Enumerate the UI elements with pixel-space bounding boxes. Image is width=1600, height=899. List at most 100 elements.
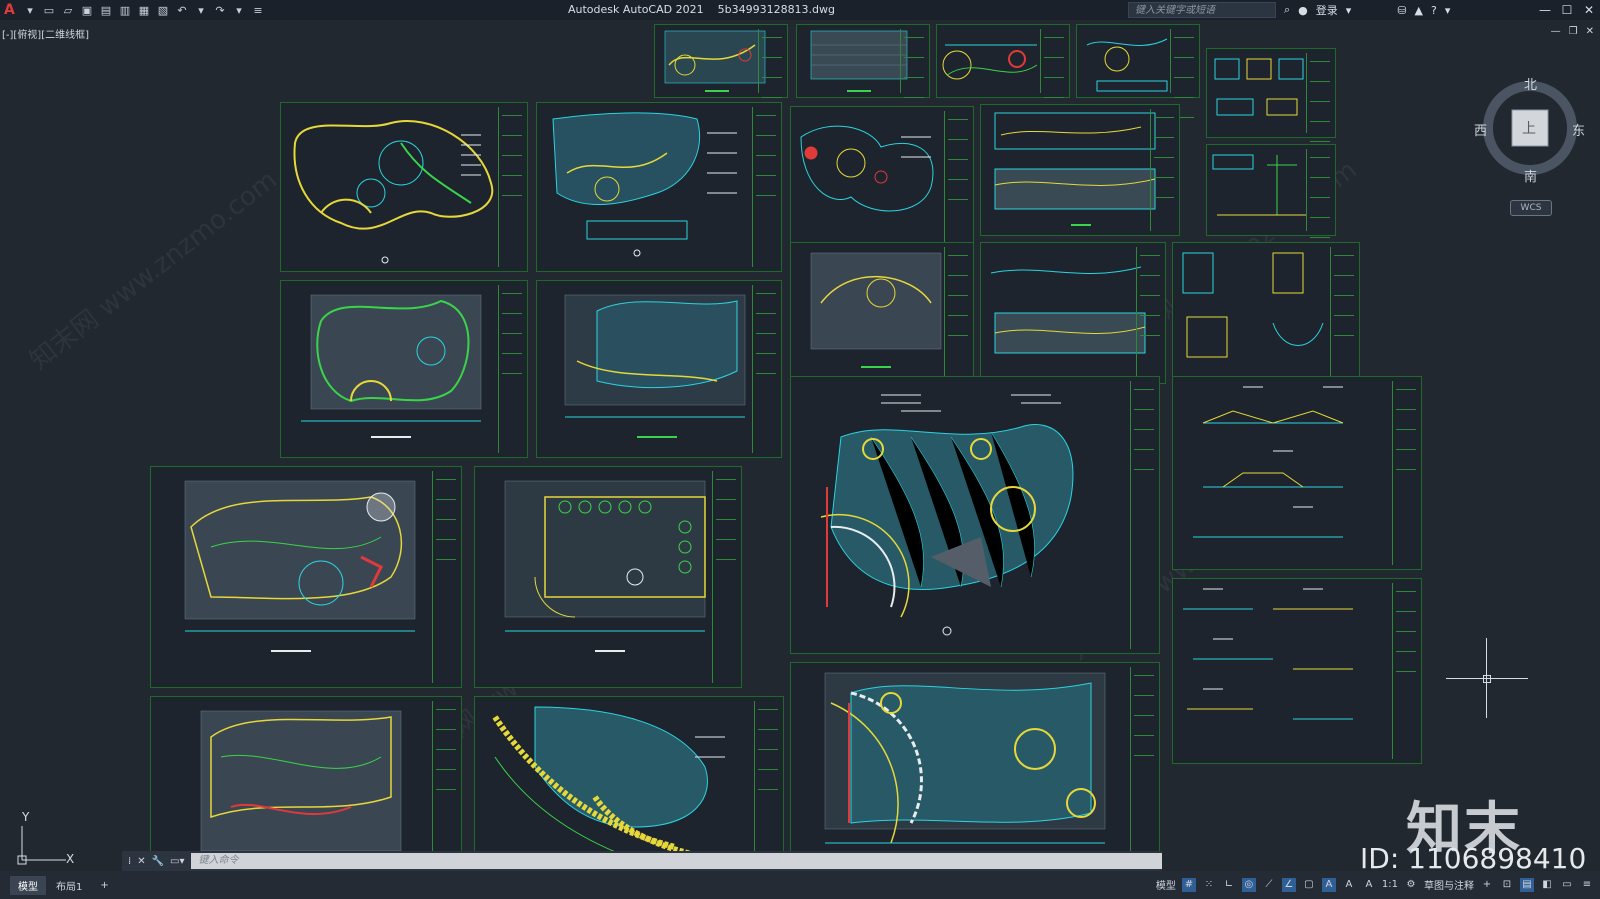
login-link[interactable]: 登录 (1316, 2, 1338, 18)
viewport-window-controls: — ❐ ✕ (1551, 26, 1594, 37)
drawing-sheet[interactable] (1076, 24, 1200, 98)
isodraft-icon[interactable]: ⟋ (1262, 878, 1276, 892)
window-title: Autodesk AutoCAD 2021 5b34993128813.dwg (568, 3, 835, 16)
drawing-sheet[interactable] (936, 24, 1070, 98)
command-line-tools: ⁞ ✕ 🔧 ▭▾ (122, 856, 191, 867)
title-right-tools: ⌕ ● 登录 ▾ ⛁ ▲ ? ▾ (1284, 2, 1450, 18)
command-line: ⁞ ✕ 🔧 ▭▾ 键入命令 (122, 851, 1162, 871)
drawing-sheet[interactable] (1172, 578, 1422, 764)
command-input[interactable]: 键入命令 (190, 853, 1162, 869)
customize-toolbar-icon[interactable]: ≡ (251, 3, 265, 17)
undo-icon[interactable]: ↶ (175, 3, 189, 17)
close-icon[interactable]: ✕ (137, 856, 145, 867)
recent-commands-icon[interactable]: ▭▾ (170, 856, 184, 867)
grid-icon[interactable]: # (1181, 877, 1196, 892)
layout-tabs: 模型 布局1 + (0, 875, 117, 895)
search-input[interactable]: 键入关键字或短语 (1128, 2, 1276, 18)
drawing-sheet[interactable] (790, 106, 974, 254)
drawing-sheet[interactable] (980, 242, 1166, 384)
redo-dropdown-icon[interactable]: ▾ (232, 3, 246, 17)
ortho-icon[interactable]: ∟ (1222, 878, 1236, 892)
drawing-sheet[interactable] (474, 696, 784, 871)
drawing-sheet[interactable] (536, 102, 782, 272)
save-web-icon[interactable]: ▦ (137, 3, 151, 17)
isolate-objects-icon[interactable]: ◧ (1540, 878, 1554, 892)
viewcube-north[interactable]: 北 (1524, 74, 1537, 93)
drawing-sheet[interactable] (1206, 144, 1336, 236)
user-icon[interactable]: ● (1298, 4, 1308, 17)
drawing-sheet[interactable] (1172, 376, 1422, 570)
add-layout-button[interactable]: + (92, 878, 116, 893)
viewport-close-icon[interactable]: ✕ (1586, 26, 1594, 37)
app-menu-chevron-icon[interactable]: ▾ (23, 3, 37, 17)
login-dropdown-icon[interactable]: ▾ (1346, 4, 1352, 17)
customize-icon[interactable]: 🔧 (152, 856, 164, 867)
model-space-toggle[interactable]: 模型 (1156, 877, 1176, 892)
clean-screen-icon[interactable]: ▭ (1560, 878, 1574, 892)
app-name: Autodesk AutoCAD 2021 (568, 3, 704, 16)
workspace-switch[interactable]: 草图与注释 (1424, 877, 1474, 892)
drawing-sheet[interactable] (654, 24, 788, 98)
drawing-sheet[interactable] (980, 104, 1180, 236)
drawing-sheet[interactable] (790, 242, 974, 384)
drawing-sheet[interactable] (150, 466, 462, 688)
viewcube-east[interactable]: 东 (1572, 120, 1585, 139)
cursor-pickbox (1483, 675, 1491, 683)
drawing-viewport[interactable]: [-][俯视][二维线框] — ❐ ✕ 知末网 www.znzmo.com 知末… (0, 20, 1600, 871)
view-controls-label[interactable]: [-][俯视][二维线框] (2, 26, 89, 41)
viewport-minimize-icon[interactable]: — (1551, 26, 1561, 37)
annotation-scale-value[interactable]: 1:1 (1382, 879, 1398, 890)
annotation-monitor-icon[interactable]: + (1480, 878, 1494, 892)
new-file-icon[interactable]: ▭ (42, 3, 56, 17)
viewcube[interactable]: 上 北 南 西 东 (1474, 78, 1585, 185)
drawing-sheet[interactable] (280, 280, 528, 458)
open-file-icon[interactable]: ▱ (61, 3, 75, 17)
close-icon[interactable]: ✕ (1578, 0, 1600, 20)
settings-gear-icon[interactable]: ⚙ (1404, 878, 1418, 892)
quick-access-toolbar: A ▾ ▭ ▱ ▣ ▤ ▥ ▦ ▧ ↶ ▾ ↷ ▾ ≡ (0, 3, 265, 17)
snap-icon[interactable]: ⁙ (1202, 878, 1216, 892)
viewcube-face-top[interactable]: 上 (1522, 118, 1536, 138)
minimize-icon[interactable]: — (1534, 0, 1556, 20)
autodesk-icon[interactable]: ▲ (1415, 4, 1423, 17)
cart-icon[interactable]: ⛁ (1397, 4, 1406, 17)
wcs-menu[interactable]: WCS (1510, 200, 1552, 216)
annotation-scale-icon[interactable]: A (1362, 878, 1376, 892)
viewcube-south[interactable]: 南 (1524, 166, 1537, 185)
save-as-icon[interactable]: ▤ (99, 3, 113, 17)
quick-properties-icon[interactable]: ▤ (1520, 877, 1534, 892)
object-snap-tracking-icon[interactable]: ∠ (1281, 877, 1296, 892)
drawing-sheet[interactable] (474, 466, 742, 688)
drawing-sheet[interactable] (150, 696, 462, 871)
object-snap-icon[interactable]: ▢ (1302, 878, 1316, 892)
viewport-restore-icon[interactable]: ❐ (1569, 26, 1578, 37)
drawing-sheet[interactable] (1206, 48, 1336, 138)
drawing-sheet[interactable] (790, 662, 1160, 871)
undo-dropdown-icon[interactable]: ▾ (194, 3, 208, 17)
annotation-visibility-icon[interactable]: A (1321, 877, 1336, 892)
save-icon[interactable]: ▣ (80, 3, 94, 17)
drawing-sheet[interactable] (536, 280, 782, 458)
redo-icon[interactable]: ↷ (213, 3, 227, 17)
tab-layout1[interactable]: 布局1 (48, 876, 90, 895)
drawing-sheet[interactable] (280, 102, 528, 272)
drawing-sheet[interactable] (796, 24, 930, 98)
open-web-icon[interactable]: ▥ (118, 3, 132, 17)
status-bar: 模型 布局1 + 模型 # ⁙ ∟ ◎ ⟋ ∠ ▢ A A A 1:1 ⚙ 草图… (0, 871, 1600, 899)
drawing-sheet[interactable] (1172, 242, 1360, 384)
viewcube-west[interactable]: 西 (1474, 120, 1487, 139)
autocad-logo-icon[interactable]: A (4, 3, 18, 17)
help-dropdown-icon[interactable]: ▾ (1445, 4, 1451, 17)
tab-model[interactable]: 模型 (10, 875, 46, 895)
grip-icon[interactable]: ⁞ (128, 856, 131, 867)
plot-icon[interactable]: ▧ (156, 3, 170, 17)
search-icon[interactable]: ⌕ (1284, 3, 1290, 17)
customization-menu-icon[interactable]: ≡ (1580, 878, 1594, 892)
ucs-y-label: Y (22, 810, 30, 824)
help-icon[interactable]: ? (1431, 4, 1437, 17)
polar-tracking-icon[interactable]: ◎ (1241, 877, 1256, 892)
units-icon[interactable]: ⊡ (1500, 878, 1514, 892)
drawing-sheet[interactable] (790, 376, 1160, 654)
auto-scale-icon[interactable]: A (1342, 878, 1356, 892)
maximize-icon[interactable]: ☐ (1556, 0, 1578, 20)
